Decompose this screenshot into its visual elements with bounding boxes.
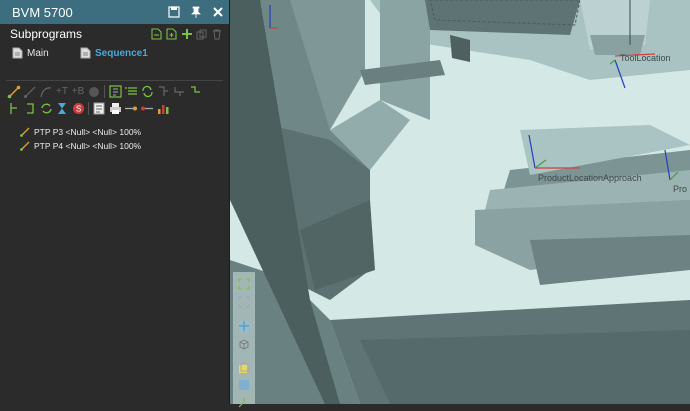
point-to-point-icon [20, 141, 30, 151]
divider [6, 80, 223, 81]
command-toolbar: +T +B S [6, 83, 227, 119]
tool-location-label: ToolLocation [620, 53, 671, 63]
display-mode-icon[interactable] [238, 379, 250, 391]
command-list: PTP P3 <Null> <Null> 100% PTP P4 <Null> … [20, 125, 220, 153]
grid-view-icon[interactable] [238, 320, 250, 332]
add-tool-icon[interactable]: +T [54, 84, 70, 100]
save-icon[interactable] [163, 1, 185, 23]
new-subprogram-icon[interactable] [165, 28, 178, 41]
branch-icon[interactable] [155, 84, 171, 100]
axes-icon[interactable] [238, 396, 250, 408]
linear-motion-icon[interactable] [22, 84, 38, 100]
close-icon[interactable] [207, 1, 229, 23]
program-main-label: Main [27, 47, 49, 59]
wait-icon[interactable] [54, 101, 70, 117]
if-icon[interactable] [22, 101, 38, 117]
command-text: PTP P4 <Null> <Null> 100% [34, 141, 142, 151]
add-base-icon[interactable]: +B [70, 84, 86, 100]
command-row[interactable]: PTP P3 <Null> <Null> 100% [20, 125, 220, 139]
delete-icon[interactable] [210, 28, 223, 41]
point-to-point-icon[interactable] [6, 84, 22, 100]
panel-titlebar: BVM 5700 [0, 0, 229, 24]
program-sequence1-label: Sequence1 [95, 47, 148, 59]
subprograms-header: Subprograms [0, 24, 229, 44]
subprograms-label: Subprograms [10, 27, 83, 41]
panel-title: BVM 5700 [12, 4, 73, 20]
merge-icon[interactable] [171, 84, 187, 100]
statistics-icon[interactable] [155, 101, 171, 117]
program-sequence1[interactable]: Sequence1 [80, 47, 148, 59]
circular-motion-icon[interactable] [38, 84, 54, 100]
zoom-extents-icon[interactable] [238, 296, 250, 308]
while-icon[interactable] [6, 101, 22, 117]
fit-view-icon[interactable] [238, 278, 250, 290]
list-icon[interactable] [123, 84, 139, 100]
product-location-label: Pro [673, 184, 688, 194]
branch-green-icon[interactable] [187, 84, 203, 100]
cube-view-icon[interactable] [238, 338, 250, 350]
svg-text:S: S [75, 104, 80, 113]
add-icon[interactable] [180, 28, 193, 41]
signal-in-icon[interactable] [139, 101, 155, 117]
signal-out-icon[interactable] [123, 101, 139, 117]
document-icon [80, 47, 91, 59]
print-icon[interactable] [107, 101, 123, 117]
toolbar-separator [88, 102, 89, 115]
sphere-icon[interactable] [86, 84, 102, 100]
pin-icon[interactable] [185, 1, 207, 23]
point-to-point-icon [20, 127, 30, 137]
document-icon [12, 47, 23, 59]
new-program-icon[interactable] [150, 28, 163, 41]
program-panel: BVM 5700 Subprograms Main Sequence1 +T +… [0, 0, 230, 404]
product-location-approach-label: ProductLocationApproach [538, 173, 642, 183]
stop-icon[interactable]: S [70, 101, 86, 117]
toolbar-separator [104, 85, 105, 98]
program-list: Main Sequence1 [0, 44, 229, 64]
copy-icon[interactable] [195, 28, 208, 41]
program-call-icon[interactable] [107, 84, 123, 100]
command-row[interactable]: PTP P4 <Null> <Null> 100% [20, 139, 220, 153]
program-main[interactable]: Main [12, 47, 49, 59]
view-toolbar [233, 272, 255, 408]
layers-icon[interactable] [238, 362, 250, 374]
command-text: PTP P3 <Null> <Null> 100% [34, 127, 142, 137]
3d-viewport[interactable]: ToolLocation ProductLocationApproach Pro [230, 0, 690, 404]
refresh-icon[interactable] [38, 101, 54, 117]
loop-icon[interactable] [139, 84, 155, 100]
comment-icon[interactable] [91, 101, 107, 117]
